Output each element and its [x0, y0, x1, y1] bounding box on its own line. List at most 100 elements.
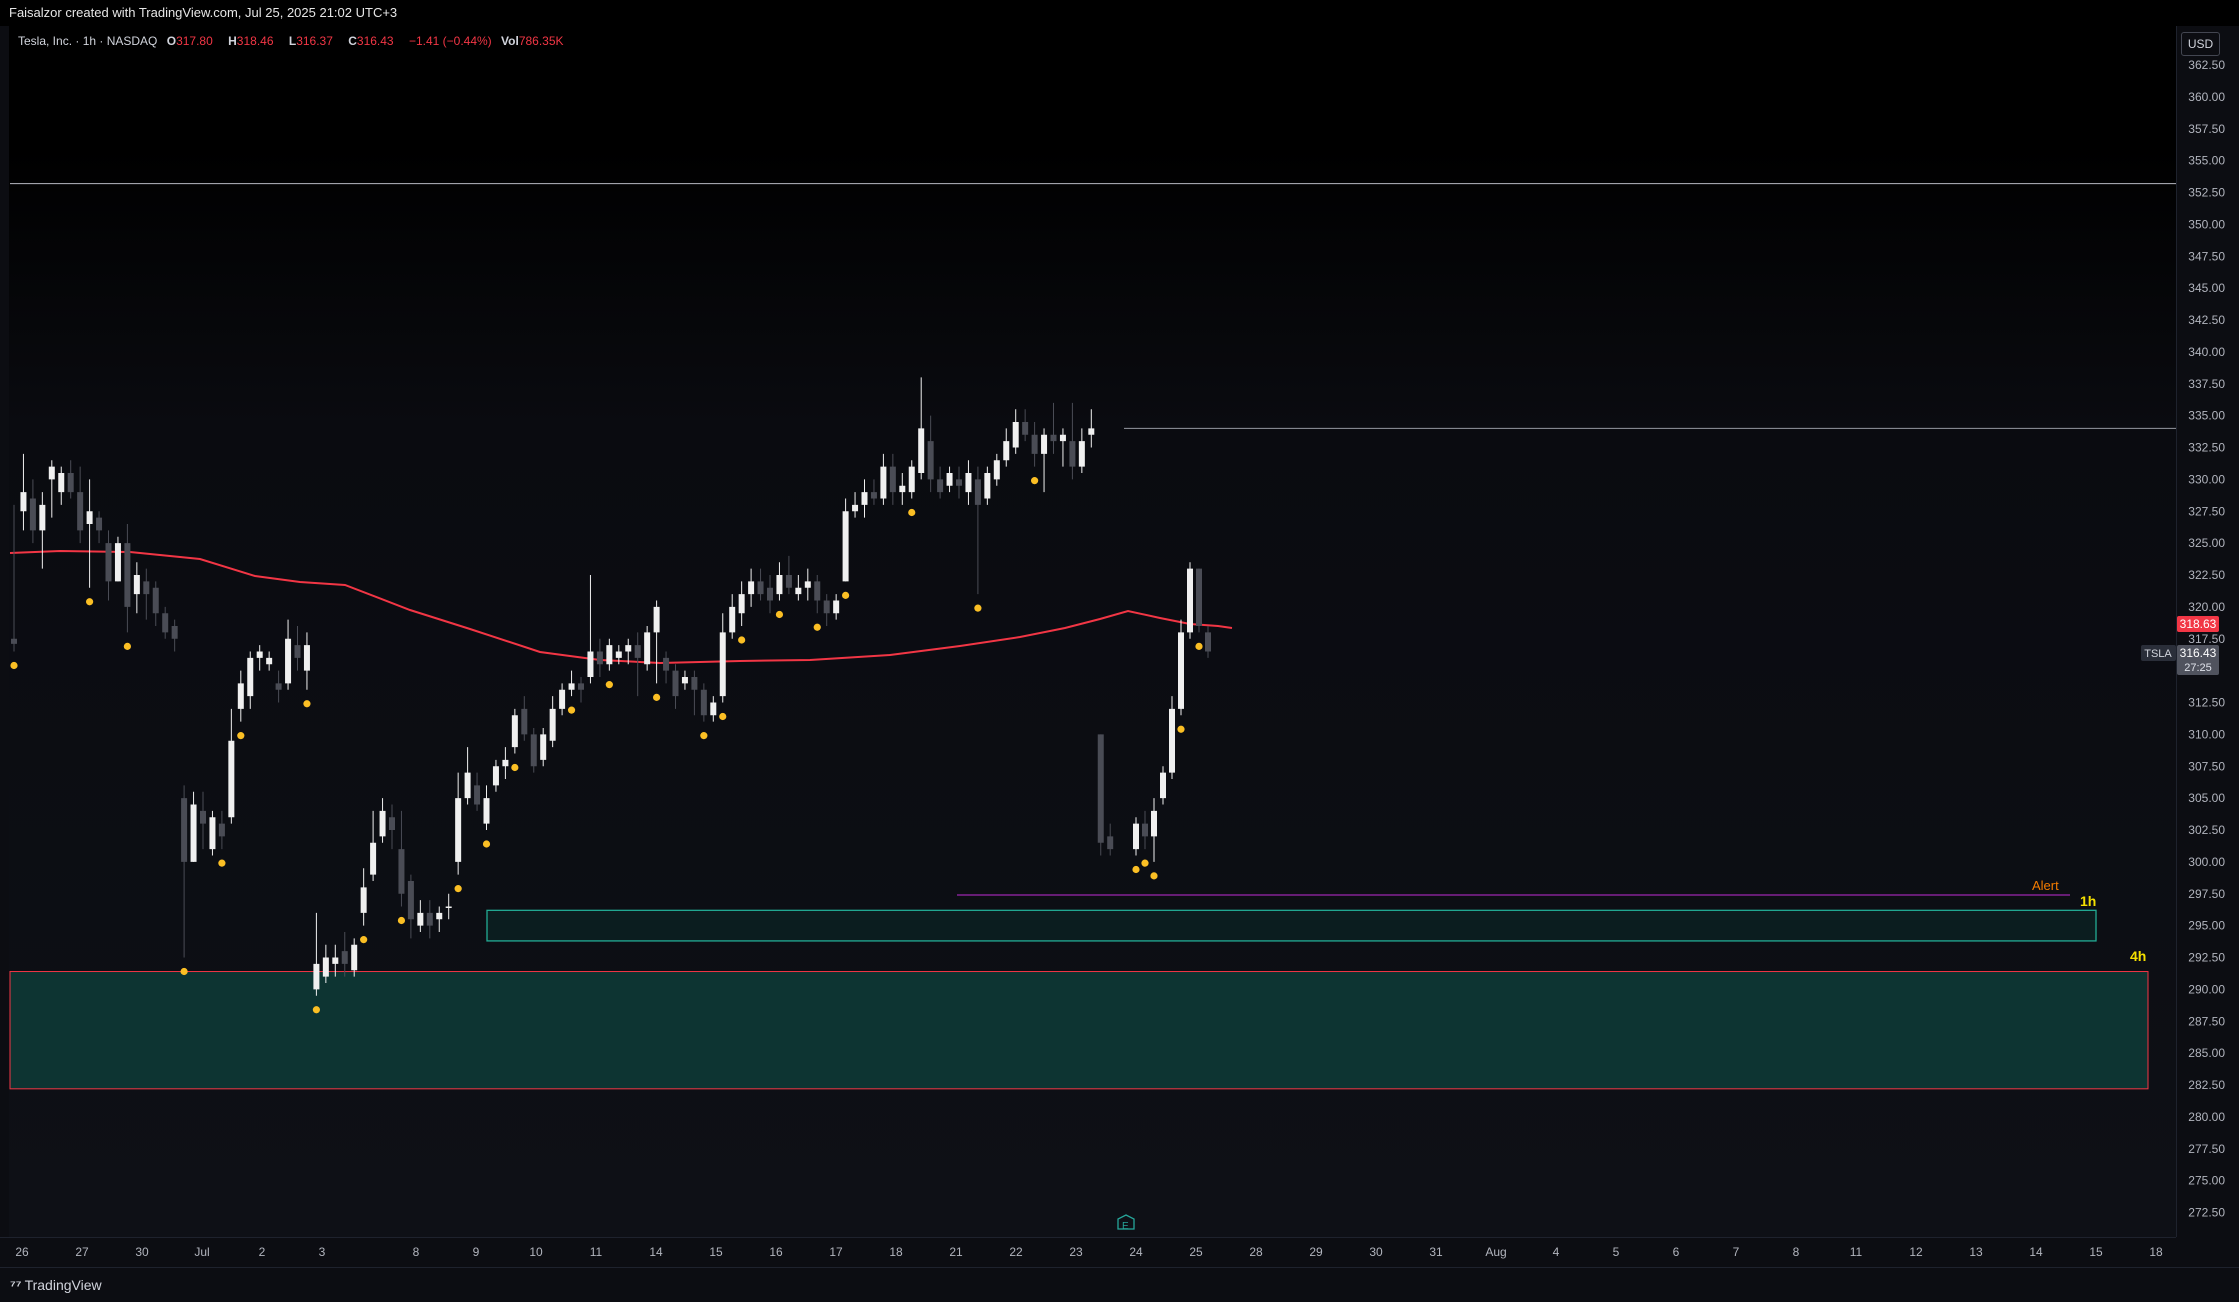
time-axis-label: 8: [1793, 1245, 1800, 1259]
time-axis-label: 3: [319, 1245, 326, 1259]
candle-body: [804, 581, 811, 588]
candle-body: [1031, 434, 1038, 454]
candle-body: [77, 492, 84, 531]
candle-body: [228, 740, 235, 818]
candle-body: [1069, 441, 1076, 467]
time-axis-label: 10: [529, 1245, 543, 1259]
candle-body: [370, 842, 377, 875]
candle-body: [937, 479, 944, 493]
candle-body: [710, 702, 717, 716]
signal-dot: [511, 763, 519, 772]
price-axis-label: 345.00: [2188, 281, 2225, 295]
footer-bar: ⁷⁷ TradingView: [0, 1267, 2239, 1302]
candle-body: [785, 575, 792, 588]
price-axis-label: 357.50: [2188, 122, 2225, 136]
candle-body: [549, 708, 556, 741]
tradingview-logo[interactable]: ⁷⁷ TradingView: [10, 1277, 102, 1293]
candle-body: [313, 963, 320, 990]
candle-body: [1196, 568, 1202, 626]
signal-dot: [237, 732, 245, 740]
chart-canvas: Alert 1h 4h E 362.50 360.00 357.50 355.00 352.50…: [9, 58, 2225, 1259]
time-axis-label: 18: [889, 1245, 903, 1259]
time-axis-label: Aug: [1485, 1245, 1506, 1259]
price-axis-label: 282.50: [2188, 1078, 2225, 1092]
candle-body: [1160, 772, 1166, 799]
candle-body: [974, 479, 981, 505]
candle-body: [483, 798, 490, 824]
price-axis-label: 347.50: [2188, 249, 2225, 263]
candle-body: [266, 657, 273, 665]
time-axis-label: 18: [2149, 1245, 2163, 1259]
candle-body: [729, 606, 736, 633]
candle-body: [644, 632, 651, 665]
candle-body: [332, 957, 339, 964]
price-axis-label: 310.00: [2188, 727, 2225, 741]
candle-body: [615, 651, 622, 658]
candle-body: [606, 645, 613, 665]
candle-body: [833, 600, 840, 614]
candle-body: [691, 677, 698, 690]
signal-dot: [454, 885, 462, 893]
price-axis-label: 325.00: [2188, 536, 2225, 550]
candle-body: [842, 511, 849, 582]
price-axis-label: 305.00: [2188, 791, 2225, 805]
candle-body: [634, 645, 641, 658]
price-axis-label: 302.50: [2188, 823, 2225, 837]
time-axis-label: 30: [1369, 1245, 1383, 1259]
signal-dot: [10, 661, 18, 670]
candle-body: [492, 766, 499, 786]
candle-body: [559, 689, 566, 709]
time-axis-label: 30: [135, 1245, 149, 1259]
ohlc-open: O317.80: [166, 34, 213, 48]
time-axis-label: 9: [473, 1245, 480, 1259]
candle-body: [663, 657, 670, 671]
price-axis-label: 307.50: [2188, 759, 2225, 773]
time-axis-label: 23: [1069, 1245, 1083, 1259]
signal-dot: [738, 636, 746, 644]
candle-body: [464, 772, 471, 799]
time-axis-label: 31: [1429, 1245, 1443, 1259]
candle-body: [814, 581, 821, 601]
symbol-name[interactable]: Tesla, Inc. · 1h · NASDAQ: [18, 34, 157, 48]
time-axis-label: 12: [1909, 1245, 1923, 1259]
price-axis-label: 317.50: [2188, 632, 2225, 646]
candle-body: [181, 798, 188, 862]
candle-body: [1022, 422, 1029, 435]
symbol-tag-text: TSLA: [2144, 648, 2172, 660]
time-axis-label: 15: [709, 1245, 723, 1259]
candle-body: [540, 734, 547, 760]
time-axis-label: 22: [1009, 1245, 1023, 1259]
signal-dot: [1195, 642, 1203, 650]
candle-body: [1142, 823, 1148, 837]
candle-body: [247, 657, 254, 697]
candle-body: [719, 632, 726, 697]
candle-body: [596, 651, 603, 665]
candle-body: [1178, 632, 1184, 709]
signal-dot: [303, 700, 311, 708]
candle-body: [152, 587, 159, 614]
candle-body: [899, 485, 906, 493]
candle-body: [398, 849, 405, 894]
candle-body: [965, 473, 972, 493]
candle-body: [1205, 632, 1211, 652]
candle-body: [360, 887, 367, 913]
candle-body: [11, 638, 17, 644]
candle-body: [927, 441, 934, 480]
time-axis-label: 14: [649, 1245, 663, 1259]
signal-dot: [86, 598, 94, 606]
candle-body: [1003, 441, 1010, 461]
last-price-value: 316.43: [2180, 646, 2217, 660]
time-axis-label: 24: [1129, 1245, 1143, 1259]
alert-label: Alert: [2032, 878, 2059, 893]
moving-average-line: [9, 549, 1233, 665]
time-axis-label: 25: [1189, 1245, 1203, 1259]
candle-body: [455, 798, 462, 862]
currency-button[interactable]: USD: [2181, 32, 2220, 56]
price-axis-label: 360.00: [2188, 90, 2225, 104]
time-axis-label: 11: [590, 1245, 603, 1259]
time-axis-label: 27: [75, 1245, 89, 1259]
candle-body: [237, 683, 244, 709]
price-axis-label: 332.50: [2188, 441, 2225, 455]
signal-dot: [1177, 725, 1185, 733]
candle-body: [578, 683, 584, 690]
